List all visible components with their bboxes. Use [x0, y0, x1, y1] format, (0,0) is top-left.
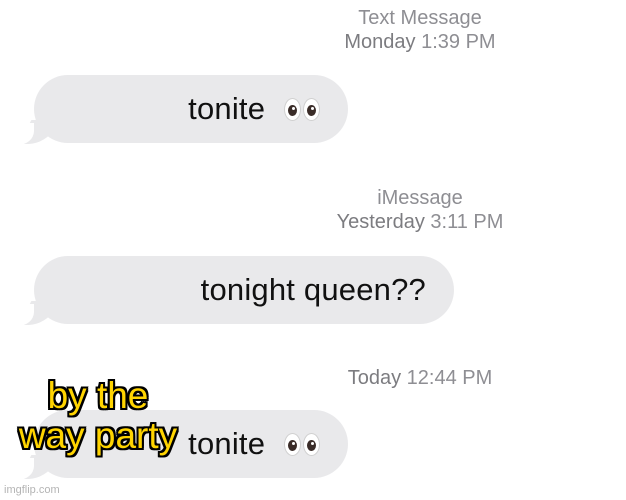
- eyes-emoji-icon: [284, 98, 320, 122]
- timestamp-day: Yesterday: [336, 211, 425, 233]
- timestamp-line: Today 12:44 PM: [280, 366, 560, 390]
- message-text: tonight queen??: [200, 272, 426, 307]
- right-eye: [303, 433, 320, 457]
- message-bubble-2[interactable]: tonight queen??: [14, 256, 454, 326]
- right-eye: [303, 98, 320, 122]
- service-label: iMessage: [377, 187, 463, 209]
- timestamp-group-3: Today 12:44 PM: [280, 366, 560, 390]
- message-thread: Text Message Monday 1:39 PM tonite iMess…: [0, 0, 626, 500]
- left-eye: [284, 98, 301, 122]
- timestamp-day: Monday: [344, 31, 416, 53]
- message-text: tonite: [188, 426, 320, 462]
- left-eye: [284, 433, 301, 457]
- meme-caption: by the way party: [3, 376, 193, 456]
- message-text: tonite: [188, 91, 320, 127]
- message-bubble-1[interactable]: tonite: [14, 75, 348, 145]
- timestamp-line: Monday 1:39 PM: [280, 30, 560, 54]
- eyes-emoji-icon: [284, 433, 320, 457]
- timestamp-time: 12:44 PM: [406, 367, 493, 389]
- watermark: imgflip.com: [4, 484, 60, 496]
- timestamp-day: Today: [347, 367, 402, 389]
- timestamp-time: 1:39 PM: [421, 31, 496, 53]
- timestamp-line: Yesterday 3:11 PM: [280, 210, 560, 234]
- timestamp-group-2: iMessage Yesterday 3:11 PM: [280, 186, 560, 234]
- caption-line-2: way party: [18, 415, 178, 456]
- service-label: Text Message: [358, 7, 482, 29]
- caption-line-1: by the: [47, 375, 149, 416]
- timestamp-time: 3:11 PM: [430, 211, 504, 233]
- timestamp-group-1: Text Message Monday 1:39 PM: [280, 6, 560, 54]
